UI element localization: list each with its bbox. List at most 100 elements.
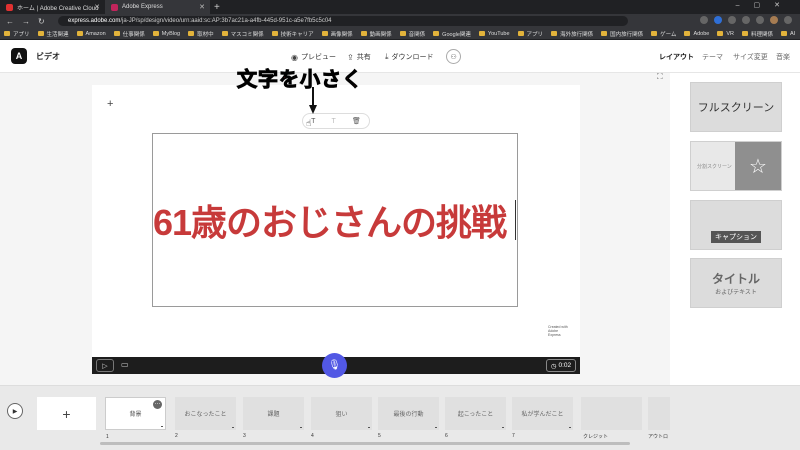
new-tab-icon[interactable]: + <box>214 2 220 13</box>
extension-icon[interactable] <box>756 16 764 24</box>
text-size-icon[interactable]: T <box>311 118 315 125</box>
scene-card[interactable]: 狙い 4 <box>311 397 372 439</box>
annotation-text: 文字を小さく <box>237 69 363 92</box>
bookmark-item[interactable]: 技術キャリア <box>272 30 314 38</box>
preview-label: プレビュー <box>300 54 336 61</box>
layout-title[interactable]: タイトル およびテキスト <box>690 258 782 308</box>
mouse-cursor-icon: ☝ <box>306 118 312 128</box>
eye-icon: ◉ <box>291 52 298 62</box>
text-style-icon[interactable]: T <box>332 118 336 125</box>
bookmark-item[interactable]: アプリ <box>518 30 544 38</box>
bookmarks-bar: アプリ 生活関連 Amazon 仕事関係 MyBlog 取材中 マスコミ関係 技… <box>0 28 800 40</box>
layout-fullscreen[interactable]: フルスクリーン <box>690 82 782 132</box>
bookmark-item[interactable]: 生活関連 <box>38 30 69 38</box>
duration-label: 0:02 <box>558 362 572 369</box>
back-icon[interactable]: ← <box>6 17 14 26</box>
project-title[interactable]: ビデオ <box>36 51 60 62</box>
scene-card[interactable]: クレジット <box>581 397 642 440</box>
bookmark-item[interactable]: アプリ <box>4 30 30 38</box>
bookmark-item[interactable]: 音関係 <box>400 30 426 38</box>
layout-label: キャプション <box>711 231 761 243</box>
star-icon: ☆ <box>735 142 781 190</box>
scene-card[interactable]: 課題 3 <box>243 397 304 439</box>
tab-layout[interactable]: レイアウト <box>659 52 694 62</box>
browser-tab-adobe-express[interactable]: Adobe Express ✕ <box>105 0 210 14</box>
annotation-arrow-icon <box>309 87 317 114</box>
screen-icon[interactable]: ▭ <box>121 360 129 369</box>
scene-card[interactable]: 最後の行動 5 <box>378 397 439 439</box>
add-scene-button[interactable]: + <box>37 397 96 430</box>
duration-button[interactable]: ◷ 0:02 <box>546 359 576 372</box>
bookmark-item[interactable]: 海外旅行関係 <box>551 30 593 38</box>
reload-icon[interactable]: ↻ <box>38 17 45 26</box>
profile-avatar[interactable] <box>770 16 778 24</box>
scene-card[interactable]: おこなったこと 2 <box>175 397 236 439</box>
bookmark-item[interactable]: ゲーム <box>651 30 676 38</box>
scene-number: 1 <box>106 434 109 440</box>
download-button[interactable]: ⤓ ダウンロード <box>385 52 434 62</box>
extension-icons <box>700 16 792 24</box>
bookmark-item[interactable]: 料理関係 <box>742 30 773 38</box>
record-mic-button[interactable]: 🎙 <box>322 353 347 378</box>
scene-marker <box>300 427 302 428</box>
timeline-scrollbar[interactable] <box>100 442 630 445</box>
scene-card[interactable]: 背景 … 1 <box>105 397 166 440</box>
extension-icon[interactable] <box>714 16 722 24</box>
download-label: ダウンロード <box>391 54 434 61</box>
bookmark-item[interactable]: 仕事関係 <box>114 30 145 38</box>
extension-icon[interactable] <box>728 16 736 24</box>
trash-icon[interactable]: 🗑 <box>352 117 361 125</box>
bookmark-item[interactable]: AI <box>781 31 795 37</box>
scene-card[interactable]: アウトロ <box>648 397 670 440</box>
scene-label: 最後の行動 <box>393 412 424 418</box>
url-path: /ja-JP/sp/design/video/urn:aaid:sc:AP:3b… <box>120 18 332 24</box>
tab-theme[interactable]: テーマ <box>702 52 723 62</box>
bookmark-item[interactable]: YouTube <box>479 31 510 37</box>
bookmark-item[interactable]: Amazon <box>77 31 106 37</box>
bookmark-item[interactable]: 取材中 <box>188 30 214 38</box>
preview-button[interactable]: ◉ プレビュー <box>291 52 336 62</box>
close-icon[interactable]: ✕ <box>94 3 100 11</box>
bookmark-item[interactable]: Google関連 <box>433 30 471 38</box>
scene-label: 背景 <box>129 412 142 418</box>
scene-marker <box>502 427 504 428</box>
play-button[interactable]: ▷ <box>96 359 114 372</box>
url-input[interactable]: express.adobe.com/ja-JP/sp/design/video/… <box>58 16 628 26</box>
scene-number: 7 <box>512 433 515 439</box>
extension-icon[interactable] <box>700 16 708 24</box>
fullscreen-icon[interactable]: ⛶ <box>657 72 663 82</box>
scene-label: おこなったこと <box>184 412 227 418</box>
menu-icon[interactable] <box>784 16 792 24</box>
extension-icon[interactable] <box>742 16 750 24</box>
scene-number: 5 <box>378 433 381 439</box>
adobe-express-logo[interactable]: A <box>11 48 27 64</box>
forward-icon[interactable]: → <box>22 17 30 26</box>
add-element-icon[interactable]: + <box>107 98 113 110</box>
more-options-icon[interactable]: … <box>153 400 162 409</box>
close-icon[interactable]: ✕ <box>199 3 205 11</box>
layout-split[interactable]: 分割スクリーン ☆ <box>690 141 782 191</box>
layout-caption[interactable]: キャプション <box>690 200 782 250</box>
tab-resize[interactable]: サイズ変更 <box>733 52 768 62</box>
bookmark-item[interactable]: マスコミ関係 <box>222 30 264 38</box>
scene-number: クレジット <box>583 434 609 440</box>
bookmark-item[interactable]: Adobe <box>684 31 709 37</box>
bookmark-item[interactable]: VR <box>717 31 734 37</box>
clock-icon: ◷ <box>550 362 557 370</box>
invite-user-icon[interactable]: ⚇ <box>446 49 461 64</box>
bookmark-item[interactable]: 画像関係 <box>322 30 353 38</box>
bookmark-item[interactable]: 国内旅行関係 <box>601 30 643 38</box>
browser-tab-creative-cloud[interactable]: ホーム | Adobe Creative Cloud ✕ <box>0 0 105 14</box>
main-title-text[interactable]: 61歳のおじさんの挑戦 <box>153 194 519 246</box>
scene-marker <box>161 426 163 427</box>
play-all-button[interactable]: ▶ <box>7 403 23 419</box>
bookmark-item[interactable]: MyBlog <box>153 31 180 37</box>
scene-card[interactable]: 起こったこと 6 <box>445 397 506 439</box>
tab-title: Adobe Express <box>122 4 163 10</box>
scene-label: 私が学んだこと <box>521 412 564 418</box>
share-button[interactable]: ⇪ 共有 <box>347 52 371 62</box>
tab-music[interactable]: 音楽 <box>776 52 790 62</box>
bookmark-item[interactable]: 動画関係 <box>361 30 392 38</box>
window-controls[interactable]: –▢✕ <box>736 1 794 9</box>
scene-card[interactable]: 私が学んだこと 7 <box>512 397 573 439</box>
